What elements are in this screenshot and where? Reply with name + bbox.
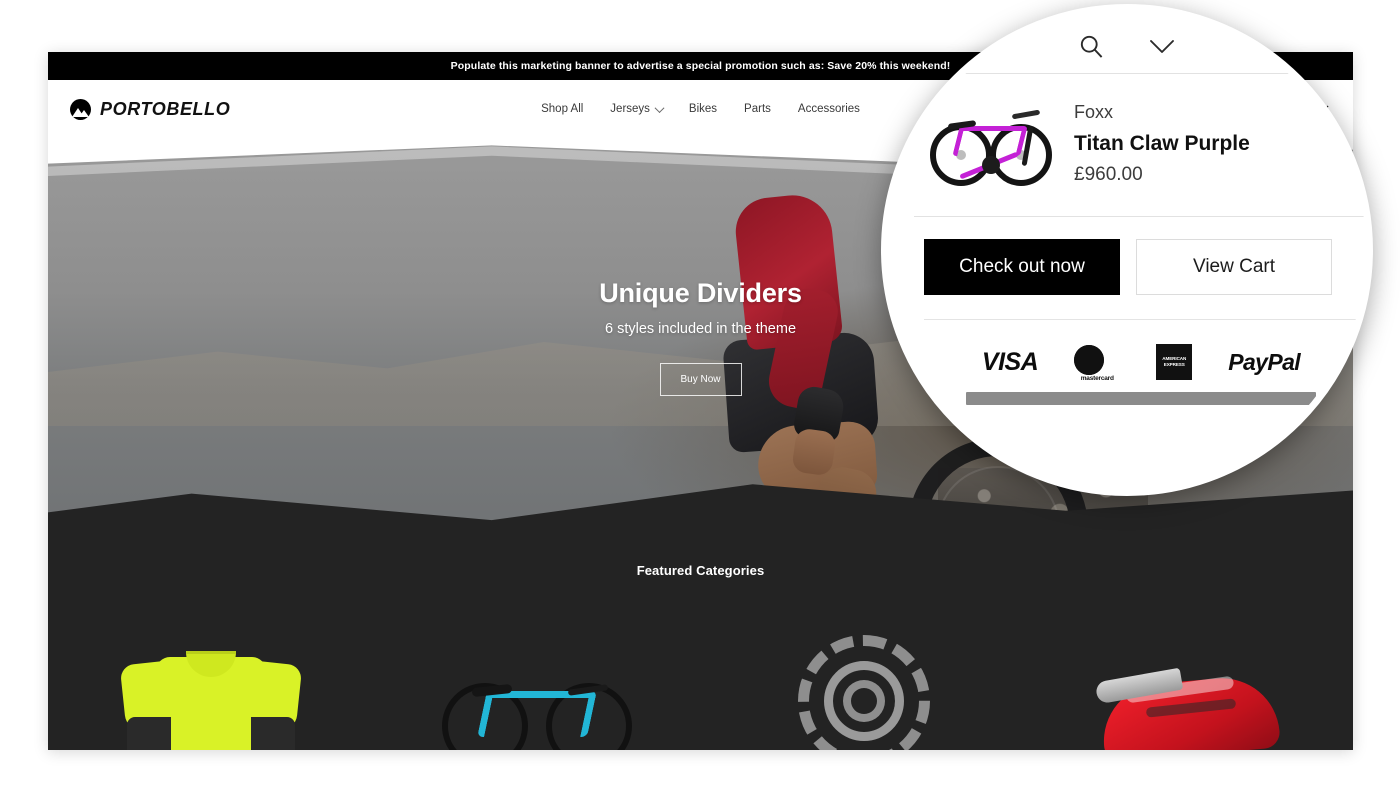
cart-item-title: Titan Claw Purple — [1074, 132, 1250, 156]
chevron-down-icon — [654, 102, 665, 113]
nav-item-accessories[interactable]: Accessories — [798, 103, 860, 115]
magnifier-overlay: Foxx Titan Claw Purple £960.00 Check out… — [881, 4, 1373, 496]
mastercard-logo: mastercard — [1074, 345, 1120, 382]
hero-buy-now-button[interactable]: Buy Now — [659, 363, 742, 396]
featured-categories-section: Featured Categories — [48, 541, 1353, 750]
rider-hand — [791, 427, 837, 477]
helmet-icon — [1094, 667, 1281, 750]
payment-methods: VISA mastercard AMERICAN EXPRESS PayPal — [902, 320, 1366, 390]
site-logo[interactable]: PORTOBELLO — [70, 98, 231, 120]
site-logo-text: PORTOBELLO — [100, 98, 231, 119]
nav-item-shop-all[interactable]: Shop All — [541, 103, 583, 115]
view-cart-button[interactable]: View Cart — [1136, 239, 1332, 295]
mountain-circle-icon — [70, 98, 91, 120]
nav-label: Accessories — [797, 103, 860, 115]
magnified-header-icons — [888, 23, 1366, 69]
screenshot-root: Populate this marketing banner to advert… — [0, 0, 1400, 800]
category-card-rotor[interactable] — [759, 631, 969, 750]
cart-action-buttons: Check out now View Cart — [902, 217, 1366, 319]
jersey-icon — [119, 645, 303, 750]
brake-rotor-icon — [797, 635, 930, 750]
category-card-helmet[interactable] — [1085, 631, 1295, 750]
cart-footer-bar — [966, 392, 1316, 405]
chevron-down-icon[interactable] — [1147, 37, 1177, 55]
magnifier-content: Foxx Titan Claw Purple £960.00 Check out… — [888, 11, 1366, 489]
amex-logo: AMERICAN EXPRESS — [1156, 344, 1193, 380]
featured-categories-title: Featured Categories — [636, 563, 765, 578]
amex-line-2: EXPRESS — [1163, 362, 1185, 367]
nav-item-jerseys[interactable]: Jerseys — [610, 102, 665, 115]
mastercard-logo-text: mastercard — [1080, 375, 1114, 382]
nav-item-parts[interactable]: Parts — [744, 103, 771, 115]
nav-label: Parts — [744, 103, 771, 115]
nav-label: Jerseys — [610, 103, 650, 115]
main-navigation: Shop All Jerseys Bikes Parts Accessories — [541, 102, 860, 115]
nav-label: Bikes — [688, 103, 718, 115]
paypal-logo: PayPal — [1228, 348, 1301, 375]
cart-line-item: Foxx Titan Claw Purple £960.00 — [902, 74, 1366, 216]
category-card-jersey[interactable] — [106, 631, 316, 750]
bike-icon — [442, 651, 633, 750]
nav-item-bikes[interactable]: Bikes — [689, 103, 717, 115]
cart-item-price: £960.00 — [1074, 164, 1143, 186]
cart-item-info: Foxx Titan Claw Purple £960.00 — [1074, 102, 1250, 187]
featured-categories-row — [48, 621, 1353, 750]
cart-item-thumbnail[interactable] — [928, 98, 1054, 190]
checkout-button[interactable]: Check out now — [924, 239, 1120, 295]
promo-banner-text: Populate this marketing banner to advert… — [450, 60, 951, 72]
cart-dropdown: Foxx Titan Claw Purple £960.00 Check out… — [902, 73, 1366, 405]
category-card-bike[interactable] — [432, 631, 642, 750]
search-icon[interactable] — [1078, 33, 1105, 60]
cart-item-vendor: Foxx — [1074, 101, 1114, 122]
visa-logo: VISA — [981, 347, 1039, 376]
nav-label: Shop All — [541, 103, 584, 115]
